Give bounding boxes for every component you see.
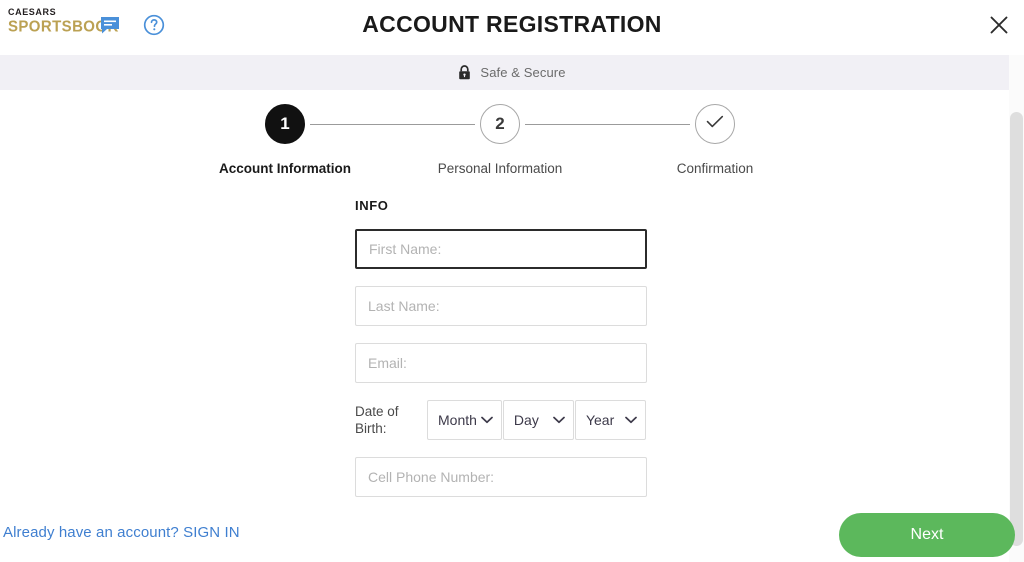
date-of-birth-label: Date of Birth: [355,403,427,437]
dob-year-select[interactable]: Year [574,400,646,440]
registration-form: INFO Date of Birth: Month Day Year [355,198,647,514]
dob-month-select[interactable]: Month [427,400,502,440]
dob-year-value: Year [585,412,615,428]
form-section-heading: INFO [355,198,389,213]
date-of-birth-label-line1: Date of [355,404,399,419]
cell-phone-input[interactable] [355,457,647,497]
date-of-birth-row: Date of Birth: Month Day Year [355,400,647,440]
dob-day-value: Day [513,412,539,428]
step-2-label: Personal Information [437,161,563,176]
step-1-label: Account Information [219,161,351,176]
step-3-label: Confirmation [676,161,754,176]
step-2-circle: 2 [480,104,520,144]
last-name-input[interactable] [355,286,647,326]
stepper-step-account-information[interactable]: 1 Account Information [195,104,375,176]
vertical-scrollbar-thumb[interactable] [1010,112,1023,546]
date-of-birth-label-line2: Birth: [355,421,387,436]
registration-stepper: 1 Account Information 2 Personal Informa… [0,104,1009,179]
first-name-input[interactable] [355,229,647,269]
app-header: CAESARS SPORTSBOOK ACCOUNT REGISTRATION [0,0,1024,55]
step-1-circle: 1 [265,104,305,144]
safe-secure-label: Safe & Secure [480,65,566,80]
dob-month-value: Month [438,412,477,428]
step-2-number: 2 [495,114,505,133]
chevron-down-icon [481,416,493,424]
stepper-step-personal-information[interactable]: 2 Personal Information [410,104,590,176]
safe-secure-banner: Safe & Secure [0,55,1024,90]
email-input[interactable] [355,343,647,383]
stepper-step-confirmation[interactable]: Confirmation [625,104,805,176]
chevron-down-icon [625,416,637,424]
step-1-number: 1 [280,114,290,133]
sign-in-link[interactable]: Already have an account? SIGN IN [3,524,240,541]
chevron-down-icon [553,416,565,424]
step-3-circle [695,104,735,144]
close-icon[interactable] [987,13,1011,37]
lock-icon [458,65,471,80]
page-title: ACCOUNT REGISTRATION [362,11,662,37]
next-button[interactable]: Next [839,513,1015,557]
vertical-scrollbar-track[interactable] [1009,55,1024,562]
dob-day-select[interactable]: Day [502,400,574,440]
checkmark-icon [706,114,724,134]
